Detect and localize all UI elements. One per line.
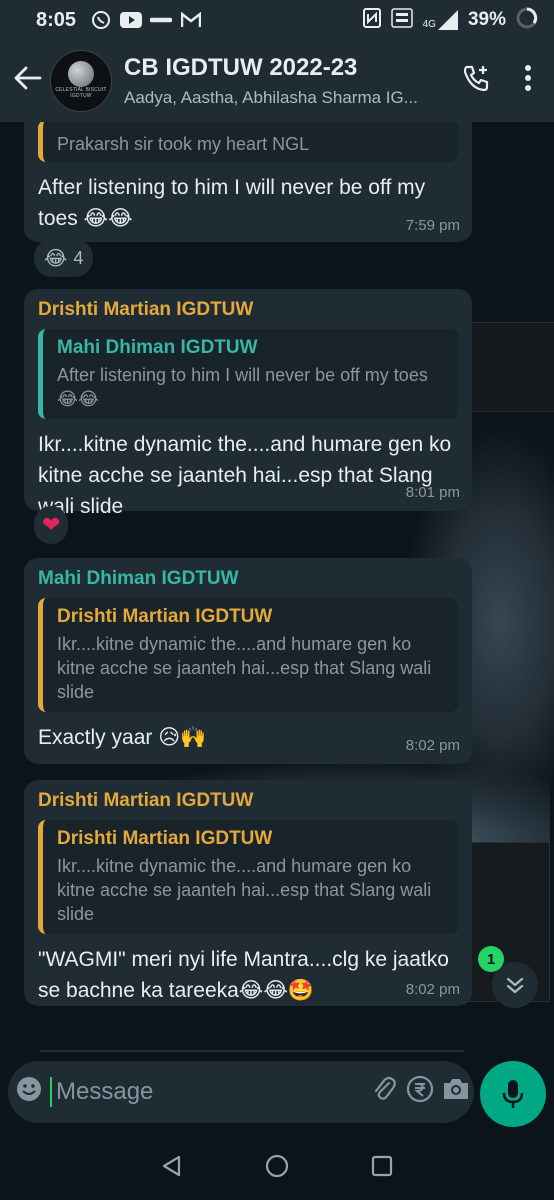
zomato-notification-icon	[150, 9, 173, 31]
reaction-badge[interactable]: ❤	[34, 506, 69, 544]
message-text: "WAGMI" meri nyi life Mantra....clg ke j…	[38, 948, 449, 1002]
message-time: 7:59 pm	[405, 217, 460, 234]
message-composer	[0, 1052, 554, 1132]
planet-icon	[68, 61, 94, 87]
quoted-text: After listening to him I will never be o…	[57, 365, 428, 409]
quoted-text: Prakarsh sir took my heart NGL	[57, 134, 310, 154]
avatar-label: CELESTIAL BISCUIT IGDTUW	[55, 87, 107, 99]
nav-back-icon[interactable]	[157, 1151, 187, 1181]
add-call-icon[interactable]	[452, 63, 500, 100]
nav-recents-icon[interactable]	[367, 1151, 397, 1181]
message-text: Ikr....kitne dynamic the....and humare g…	[38, 433, 452, 518]
chat-title: CB IGDTUW 2022-23	[124, 54, 358, 81]
message-list[interactable]: Prakarsh sir took my heart NGL After lis…	[0, 122, 554, 1050]
reaction-count: 4	[73, 247, 84, 268]
camera-icon[interactable]	[438, 1076, 474, 1108]
system-navigation-bar	[0, 1132, 554, 1200]
message-sender: Drishti Martian IGDTUW	[38, 790, 254, 811]
payment-rupee-icon[interactable]	[402, 1075, 438, 1109]
message-bubble[interactable]: Drishti Martian IGDTUW Mahi Dhiman IGDTU…	[24, 289, 472, 518]
chat-participants: Aadya, Aastha, Abhilasha Sharma IG...	[124, 88, 418, 107]
message-time: 8:02 pm	[405, 981, 460, 998]
gmail-notification-icon	[180, 9, 202, 31]
quoted-message[interactable]: Prakarsh sir took my heart NGL	[38, 122, 458, 162]
message-time: 8:02 pm	[405, 737, 460, 754]
message-bubble[interactable]: Drishti Martian IGDTUW Drishti Martian I…	[24, 780, 472, 1006]
status-bar: 8:05 4G 39%	[0, 0, 554, 40]
more-options-icon[interactable]	[510, 64, 546, 98]
reaction-badge[interactable]: 😂 4	[34, 239, 94, 277]
volte-icon	[390, 7, 413, 33]
battery-icon	[516, 7, 538, 34]
back-arrow-icon[interactable]	[6, 64, 50, 98]
message-sender: Mahi Dhiman IGDTUW	[38, 568, 239, 589]
group-avatar[interactable]: CELESTIAL BISCUIT IGDTUW	[50, 50, 112, 112]
message-time: 8:01 pm	[405, 484, 460, 501]
network-type: 4G	[422, 19, 436, 30]
quoted-sender: Drishti Martian IGDTUW	[57, 828, 273, 849]
microphone-button[interactable]	[480, 1061, 546, 1127]
message-input[interactable]	[50, 1077, 366, 1107]
attachment-icon[interactable]	[366, 1075, 402, 1109]
status-time: 8:05	[36, 8, 77, 31]
message-text: Exactly yaar 😥🙌	[38, 726, 207, 749]
chat-header: CELESTIAL BISCUIT IGDTUW CB IGDTUW 2022-…	[0, 40, 554, 122]
nfc-icon	[362, 7, 381, 33]
heart-reaction-icon: ❤	[42, 512, 61, 537]
message-bubble[interactable]: Prakarsh sir took my heart NGL After lis…	[24, 122, 472, 242]
signal-icon: 4G	[423, 10, 458, 30]
chat-title-block[interactable]: CB IGDTUW 2022-23 Aadya, Aastha, Abhilas…	[124, 54, 452, 108]
quoted-message[interactable]: Drishti Martian IGDTUW Ikr....kitne dyna…	[38, 820, 458, 934]
quoted-message[interactable]: Drishti Martian IGDTUW Ikr....kitne dyna…	[38, 598, 458, 712]
unread-count-badge: 1	[478, 946, 504, 972]
message-input-bar	[8, 1061, 474, 1123]
quoted-text: Ikr....kitne dynamic the....and humare g…	[57, 634, 432, 702]
nav-home-icon[interactable]	[262, 1151, 292, 1181]
emoji-icon[interactable]	[8, 1075, 50, 1110]
message-sender: Drishti Martian IGDTUW	[38, 299, 254, 320]
quoted-sender: Mahi Dhiman IGDTUW	[57, 337, 258, 358]
reaction-emoji: 😂	[44, 246, 68, 270]
quoted-text: Ikr....kitne dynamic the....and humare g…	[57, 856, 432, 924]
battery-percent: 39%	[467, 9, 506, 30]
youtube-notification-icon	[120, 9, 143, 31]
whatsapp-notification-icon	[90, 9, 112, 31]
message-text: After listening to him I will never be o…	[38, 176, 426, 230]
quoted-sender: Drishti Martian IGDTUW	[57, 606, 273, 627]
message-bubble[interactable]: Mahi Dhiman IGDTUW Drishti Martian IGDTU…	[24, 558, 472, 764]
quoted-message[interactable]: Mahi Dhiman IGDTUW After listening to hi…	[38, 329, 458, 419]
